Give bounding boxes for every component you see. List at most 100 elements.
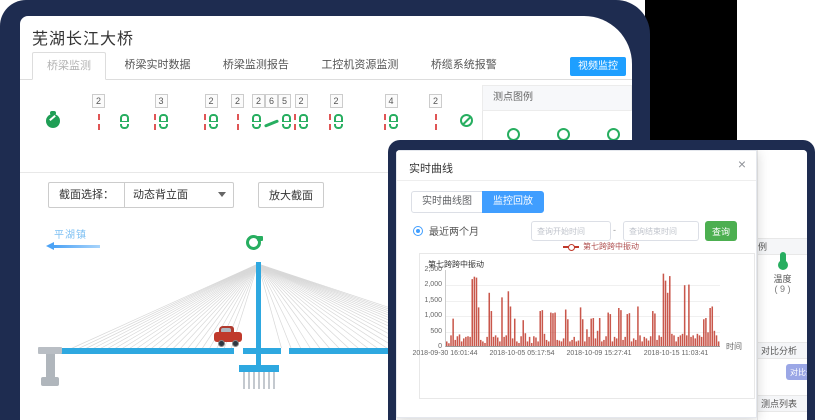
sensor-dashed-line [435,114,437,130]
sensor-group: 2 [204,94,218,132]
sensor-count-badge: 2 [92,94,105,108]
section-select-group: 截面选择： 动态背立面 [48,182,234,208]
bridge-pier [46,354,55,377]
sensor-count-badge: 2 [295,94,308,108]
sensor-dashed-line [154,114,156,130]
query-button[interactable]: 查询 [705,221,737,241]
chevron-down-icon [218,192,226,197]
pile [258,372,260,389]
thermometer-icon[interactable] [780,252,786,266]
y-axis-tick-label: 2,000 [420,281,442,288]
dialog-tab-group: 实时曲线图 监控回放 [411,191,544,213]
section-dropdown[interactable]: 动态背立面 [125,183,233,207]
tab-cable-alarm[interactable]: 桥缆系统报警 [417,52,511,80]
sensor-chain-icon[interactable] [334,114,343,129]
sensor-dashed-line [384,114,386,130]
legend-label: 第七跨跨中振动 [583,241,639,252]
sensor-group [120,94,129,132]
tab-realtime-curve[interactable]: 实时曲线图 [411,191,483,213]
sensor-chain-icon[interactable] [299,114,308,129]
tab-ipc-resource[interactable]: 工控机资源监测 [307,52,412,80]
sensor-dashed-line [329,114,331,130]
sensor-count-badge: 3 [155,94,168,108]
deck-joint [281,348,289,354]
sensor-chain-icon[interactable] [120,114,129,129]
sensor-count-badge: 6 [265,94,278,108]
tab-monitor-playback[interactable]: 监控回放 [482,191,544,213]
chart-x-title: 时间 [726,341,742,352]
bridge-pier [38,347,62,354]
sensor-chain-icon[interactable] [252,114,261,129]
legend-line-marker-icon [563,246,579,248]
sensor-group: 3 [154,94,168,132]
sensor-group: 2 [231,94,244,132]
temperature-count: ( 9 ) [758,284,807,294]
recent-two-months-radio[interactable] [413,226,423,236]
end-time-input[interactable] [623,221,699,241]
background-block [645,0,737,148]
y-axis-tick-label: 1,500 [420,297,442,304]
tower-footing [239,365,279,372]
sensor-dashed-line [204,114,206,130]
y-axis-tick-label: 2,500 [420,266,442,273]
sensor-count-badge: 2 [205,94,218,108]
compare-header: 对比分析 [758,342,807,359]
main-tab-bar: 桥梁监测 桥梁实时数据 桥梁监测报告 工控机资源监测 桥缆系统报警 [20,52,632,80]
sensor-group [460,94,473,132]
sensor-chain-icon[interactable] [209,114,218,129]
pile [268,372,270,389]
sensor-chain-icon[interactable] [389,114,398,129]
x-axis-tick-label: 2018-10-15 11:03:41 [634,350,718,357]
sensor-group: 2 [329,94,343,132]
video-monitor-button[interactable]: 视频监控 [570,57,626,76]
bridge-pier [41,377,59,386]
pile [273,372,275,389]
point-list-footer[interactable]: 测点列表 [758,395,807,412]
recent-range-row: 最近两个月 [413,223,479,238]
car-wheel [232,340,239,347]
dialog-window: 测点图例 温度 ( 9 ) 对比分析 对比分析 测点列表 实时曲线 × 实时曲线… [396,150,807,420]
sensor-group [46,94,60,132]
recent-two-months-label: 最近两个月 [429,223,479,238]
sensor-count-badge: 4 [385,94,398,108]
sensor-chain-icon[interactable] [159,114,168,129]
car-image [214,326,242,348]
x-axis-tick-label: 2018-10-05 05:17:54 [480,350,564,357]
sensor-dashed-line [294,114,296,130]
x-axis-tick-label: 2018-10-09 15:27:41 [557,350,641,357]
enlarge-section-button[interactable]: 放大截面 [258,182,324,208]
sensor-group: 2 [92,94,105,132]
pile [243,372,245,389]
section-dropdown-value: 动态背立面 [133,189,188,201]
sensor-weight-icon[interactable] [46,114,60,128]
close-icon[interactable]: × [738,157,746,171]
time-separator: - [613,225,616,235]
tab-realtime-data[interactable]: 桥梁实时数据 [110,52,204,80]
pile [248,372,250,389]
chart-series [446,270,720,346]
tab-bridge-monitor[interactable]: 桥梁监测 [32,52,106,80]
sensor-chain-icon[interactable] [282,114,291,129]
camera-icon[interactable] [246,235,261,250]
sensor-group: 4 [384,94,398,132]
sensor-group: 265 [252,94,291,132]
y-axis-tick-label: 1,000 [420,312,442,319]
section-select-label: 截面选择： [49,183,125,207]
start-time-input[interactable] [531,221,611,241]
sensor-ban-icon[interactable] [460,114,473,127]
x-axis-tick-label: 2018-09-30 16:01:44 [403,350,487,357]
dialog-title: 实时曲线 [409,160,453,176]
sensor-count-badge: 2 [429,94,442,108]
tab-monitor-report[interactable]: 桥梁监测报告 [209,52,303,80]
chart-legend[interactable]: 第七跨跨中振动 [563,241,639,252]
compare-analysis-button[interactable]: 对比分析 [786,364,807,380]
pile [263,372,265,389]
y-axis-tick-label: 0 [420,343,442,350]
sensor-slope-icon [264,119,279,127]
dialog-header: 实时曲线 × [397,151,756,181]
sensor-count-badge: 2 [231,94,244,108]
sensor-dashed-line [98,114,100,130]
chart: 第七跨跨中振动 2,5002,0001,5001,0005000 2018-09… [419,253,755,399]
sensor-count-badge: 2 [252,94,265,108]
car-wheel [218,340,225,347]
